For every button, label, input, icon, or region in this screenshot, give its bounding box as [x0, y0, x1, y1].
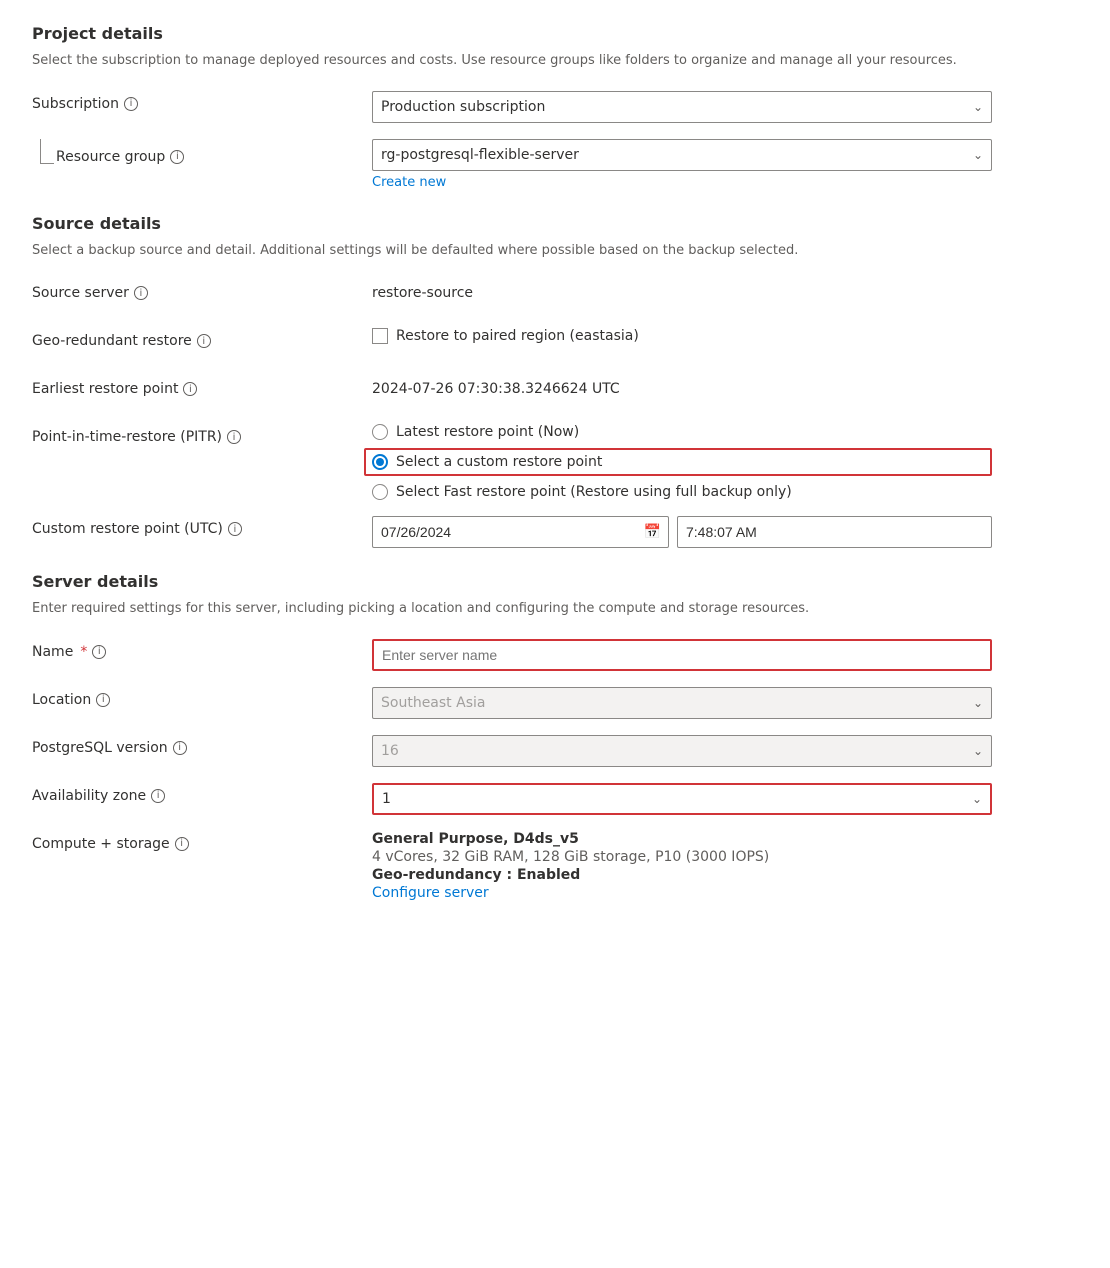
project-details-section: Project details Select the subscription …: [32, 24, 1078, 190]
location-info-icon[interactable]: i: [96, 693, 110, 707]
custom-restore-info-icon[interactable]: i: [228, 522, 242, 536]
server-details-desc: Enter required settings for this server,…: [32, 599, 1078, 619]
availability-zone-row: Availability zone i 1 ⌄: [32, 783, 1078, 815]
compute-storage-control: General Purpose, D4ds_v5 4 vCores, 32 Gi…: [372, 831, 992, 901]
availability-zone-control: 1 ⌄: [372, 783, 992, 815]
compute-storage-label: Compute + storage i: [32, 831, 372, 852]
name-control: [372, 639, 992, 671]
postgresql-version-row: PostgreSQL version i 16 ⌄: [32, 735, 1078, 767]
name-row: Name * i: [32, 639, 1078, 671]
subscription-control: Production subscription ⌄: [372, 91, 992, 123]
project-details-title: Project details: [32, 24, 1078, 43]
source-server-label: Source server i: [32, 280, 372, 301]
name-required-marker: *: [80, 644, 87, 660]
source-server-row: Source server i restore-source: [32, 280, 1078, 312]
earliest-restore-row: Earliest restore point i 2024-07-26 07:3…: [32, 376, 1078, 408]
pitr-option-latest[interactable]: Latest restore point (Now): [372, 424, 992, 440]
postgresql-version-dropdown[interactable]: 16 ⌄: [372, 735, 992, 767]
name-info-icon[interactable]: i: [92, 645, 106, 659]
pitr-radio-fast[interactable]: [372, 484, 388, 500]
resource-group-row: Resource group i rg-postgresql-flexible-…: [32, 139, 1078, 190]
server-name-input[interactable]: [372, 639, 992, 671]
earliest-restore-value: 2024-07-26 07:30:38.3246624 UTC: [372, 376, 992, 397]
availability-zone-info-icon[interactable]: i: [151, 789, 165, 803]
subscription-row: Subscription i Production subscription ⌄: [32, 91, 1078, 123]
pitr-control: Latest restore point (Now) Select a cust…: [372, 424, 992, 500]
resource-group-info-icon[interactable]: i: [170, 150, 184, 164]
resource-group-dropdown-arrow: ⌄: [973, 148, 983, 162]
date-input[interactable]: [372, 516, 669, 548]
pitr-option-fast[interactable]: Select Fast restore point (Restore using…: [372, 484, 992, 500]
postgresql-version-control: 16 ⌄: [372, 735, 992, 767]
resource-group-dropdown[interactable]: rg-postgresql-flexible-server ⌄: [372, 139, 992, 171]
pitr-label: Point-in-time-restore (PITR) i: [32, 424, 372, 445]
source-details-desc: Select a backup source and detail. Addit…: [32, 241, 1078, 261]
resource-group-label-area: Resource group i: [56, 139, 372, 165]
compute-storage-info-icon[interactable]: i: [175, 837, 189, 851]
resource-group-label: Resource group i: [56, 144, 396, 165]
compute-storage-row: Compute + storage i General Purpose, D4d…: [32, 831, 1078, 901]
compute-title: General Purpose, D4ds_v5: [372, 831, 992, 847]
compute-detail: 4 vCores, 32 GiB RAM, 128 GiB storage, P…: [372, 849, 992, 865]
subscription-dropdown[interactable]: Production subscription ⌄: [372, 91, 992, 123]
earliest-restore-info-icon[interactable]: i: [183, 382, 197, 396]
time-input[interactable]: [677, 516, 992, 548]
geo-redundant-row: Geo-redundant restore i Restore to paire…: [32, 328, 1078, 360]
geo-redundancy-label: Geo-redundancy : Enabled: [372, 867, 992, 883]
postgresql-version-label: PostgreSQL version i: [32, 735, 372, 756]
calendar-icon: 📅: [644, 524, 661, 540]
location-dropdown[interactable]: Southeast Asia ⌄: [372, 687, 992, 719]
pitr-option-custom[interactable]: Select a custom restore point: [364, 448, 992, 476]
indent-line-h: [40, 163, 54, 164]
source-server-value: restore-source: [372, 280, 992, 301]
pitr-row: Point-in-time-restore (PITR) i Latest re…: [32, 424, 1078, 500]
source-details-section: Source details Select a backup source an…: [32, 214, 1078, 549]
earliest-restore-label: Earliest restore point i: [32, 376, 372, 397]
configure-server-link[interactable]: Configure server: [372, 885, 489, 901]
server-details-title: Server details: [32, 572, 1078, 591]
availability-zone-dropdown-arrow: ⌄: [972, 792, 982, 806]
custom-restore-row: Custom restore point (UTC) i 📅: [32, 516, 1078, 548]
geo-redundant-info-icon[interactable]: i: [197, 334, 211, 348]
indent-line-v: [40, 139, 41, 163]
geo-redundant-control: Restore to paired region (eastasia): [372, 328, 992, 344]
availability-zone-label: Availability zone i: [32, 783, 372, 804]
create-new-link[interactable]: Create new: [372, 175, 446, 190]
pitr-radio-group: Latest restore point (Now) Select a cust…: [372, 424, 992, 500]
custom-restore-control: 📅: [372, 516, 992, 548]
date-input-wrap: 📅: [372, 516, 669, 548]
postgresql-version-info-icon[interactable]: i: [173, 741, 187, 755]
geo-redundant-checkbox[interactable]: [372, 328, 388, 344]
location-control: Southeast Asia ⌄: [372, 687, 992, 719]
pitr-radio-latest[interactable]: [372, 424, 388, 440]
location-row: Location i Southeast Asia ⌄: [32, 687, 1078, 719]
compute-storage-value: General Purpose, D4ds_v5 4 vCores, 32 Gi…: [372, 831, 992, 901]
server-details-section: Server details Enter required settings f…: [32, 572, 1078, 901]
source-server-info-icon[interactable]: i: [134, 286, 148, 300]
name-label: Name * i: [32, 639, 372, 660]
location-label: Location i: [32, 687, 372, 708]
availability-zone-dropdown[interactable]: 1 ⌄: [372, 783, 992, 815]
pitr-radio-custom[interactable]: [372, 454, 388, 470]
geo-redundant-checkbox-row: Restore to paired region (eastasia): [372, 328, 992, 344]
project-details-desc: Select the subscription to manage deploy…: [32, 51, 1078, 71]
indent-marker: [32, 139, 56, 164]
subscription-dropdown-arrow: ⌄: [973, 100, 983, 114]
geo-redundant-label: Geo-redundant restore i: [32, 328, 372, 349]
pitr-info-icon[interactable]: i: [227, 430, 241, 444]
subscription-info-icon[interactable]: i: [124, 97, 138, 111]
custom-restore-label: Custom restore point (UTC) i: [32, 516, 372, 537]
postgresql-version-dropdown-arrow: ⌄: [973, 744, 983, 758]
subscription-label: Subscription i: [32, 91, 372, 112]
date-time-row: 📅: [372, 516, 992, 548]
location-dropdown-arrow: ⌄: [973, 696, 983, 710]
resource-group-control: rg-postgresql-flexible-server ⌄ Create n…: [372, 139, 992, 190]
source-details-title: Source details: [32, 214, 1078, 233]
